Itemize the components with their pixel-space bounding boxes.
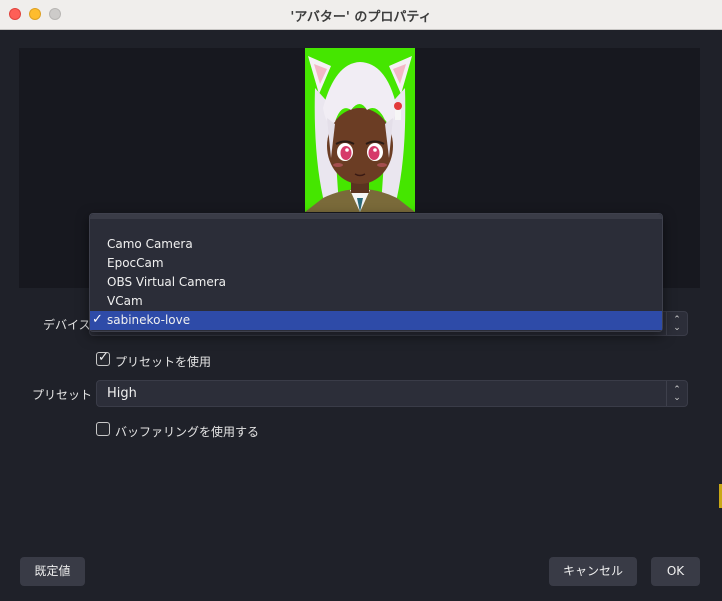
- device-dropdown-menu: Camo Camera EpocCam OBS Virtual Camera V…: [89, 213, 663, 332]
- preset-label: プリセット: [32, 388, 93, 402]
- use-preset-checkbox[interactable]: ✓: [96, 350, 110, 366]
- device-option[interactable]: EpocCam: [90, 254, 662, 273]
- checkmark-icon: ✓: [98, 350, 109, 365]
- title-bar: 'アバター' のプロパティ: [0, 0, 722, 30]
- up-down-chevron-icon: ⌃ ⌄: [666, 381, 687, 406]
- preset-value: High: [107, 386, 137, 401]
- buffering-checkbox[interactable]: [96, 422, 110, 436]
- cancel-button[interactable]: キャンセル: [549, 557, 637, 586]
- device-option-selected[interactable]: ✓ sabineko-love: [90, 311, 662, 330]
- up-down-chevron-icon: ⌃ ⌄: [666, 312, 687, 335]
- use-preset-label: プリセットを使用: [115, 355, 212, 369]
- avatar-preview-image: [305, 48, 415, 212]
- preset-select[interactable]: High ⌃ ⌄: [96, 380, 688, 407]
- window-title: 'アバター' のプロパティ: [290, 10, 432, 25]
- device-option[interactable]: VCam: [90, 292, 662, 311]
- menu-top-bar: [90, 214, 662, 219]
- ok-button[interactable]: OK: [651, 557, 700, 586]
- device-option[interactable]: OBS Virtual Camera: [90, 273, 662, 292]
- defaults-button[interactable]: 既定値: [20, 557, 85, 586]
- device-label: デバイス: [43, 318, 91, 332]
- device-option[interactable]: Camo Camera: [90, 235, 662, 254]
- buffering-label: バッファリングを使用する: [115, 425, 260, 439]
- checkmark-icon: ✓: [92, 312, 103, 327]
